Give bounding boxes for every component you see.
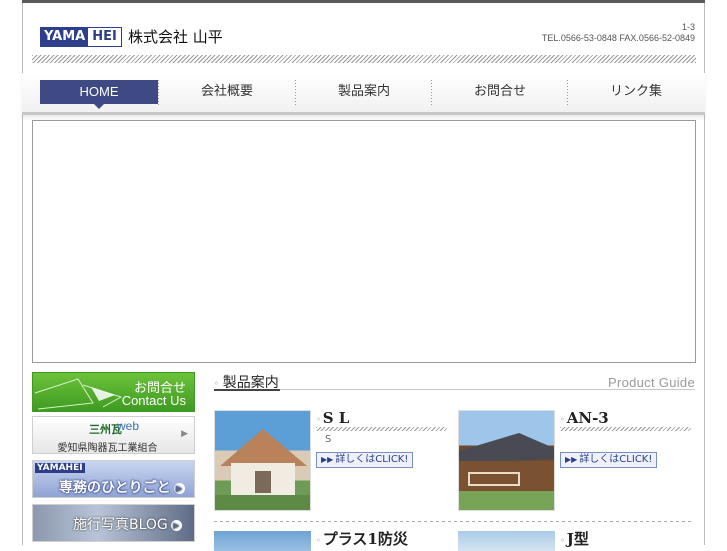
section-underline-accent	[214, 389, 280, 391]
section-underline	[214, 389, 695, 390]
bullet-icon: ◦	[214, 378, 219, 388]
contact-banner[interactable]: お問合せ Contact Us	[32, 372, 195, 412]
product-image-an3[interactable]	[458, 410, 555, 511]
company-address: 1-3 TEL.0566-53-0848 FAX.0566-52-0849	[542, 22, 695, 44]
sanshu-caption: 愛知県陶器瓦工業組合	[57, 443, 158, 454]
main-nav: HOME 会社概要 製品案内 お問合せ リンク集	[22, 73, 705, 115]
envelope-icon	[34, 378, 123, 410]
arrow-circle-icon: ▶	[173, 482, 185, 494]
nav-home-label: HOME	[79, 84, 119, 99]
photo-blog-banner[interactable]: 施行写真BLOG ▶	[32, 504, 195, 542]
product-image-plus1[interactable]	[214, 531, 311, 551]
nav-links[interactable]: リンク集	[568, 81, 704, 103]
bullet-icon: ◦	[316, 535, 321, 545]
fast-forward-icon: ▶▶	[565, 455, 578, 464]
product-details-button-sl[interactable]: ▶▶ 詳しくはCLICK!	[316, 452, 414, 468]
address-line-1: 1-3	[681, 22, 695, 32]
product-row-divider	[214, 521, 691, 522]
logo-part-b: HEI	[88, 28, 121, 46]
house-photo-icon	[215, 429, 310, 510]
active-indicator-icon	[94, 104, 104, 109]
product-image-sl[interactable]	[214, 410, 311, 511]
bullet-icon: ◦	[560, 535, 565, 545]
product-name-an3[interactable]: ◦ AN-3	[560, 409, 609, 427]
product-name-jtype[interactable]: ◦ J型	[560, 528, 589, 549]
bullet-icon: ◦	[316, 414, 321, 424]
photo-blog-label: 施行写真BLOG ▶	[73, 514, 182, 534]
yamahei-logo[interactable]: YAMA HEI	[40, 27, 122, 47]
nav-company[interactable]: 会社概要	[159, 81, 295, 103]
product-hatch-line	[560, 427, 691, 431]
blog-hitorigoto-banner[interactable]: YAMAHEI 専務のひとりごと ▶	[32, 460, 195, 498]
fast-forward-icon: ▶▶	[321, 455, 334, 464]
nav-home[interactable]: HOME	[40, 80, 158, 109]
blog-hitorigoto-label: 専務のひとりごと ▶	[59, 477, 185, 497]
sanshu-web-banner[interactable]: 三州瓦 web 愛知県陶器瓦工業組合 ▶	[32, 416, 195, 454]
product-desc-sl: S	[325, 434, 332, 445]
company-name: 株式会社 山平	[128, 28, 223, 46]
header-hatch-divider	[32, 55, 696, 63]
logo-part-a: YAMA	[41, 28, 89, 46]
products-section-title-en: Product Guide	[607, 375, 695, 390]
yamahei-mini-logo: YAMAHEI	[35, 463, 85, 473]
top-rule	[22, 0, 705, 3]
arrow-circle-icon: ▶	[170, 519, 182, 531]
hero-area	[32, 120, 696, 363]
chevron-right-icon: ▶	[181, 429, 188, 439]
product-name-sl[interactable]: ◦ S L	[316, 409, 349, 427]
address-contact: TEL.0566-53-0848 FAX.0566-52-0849	[541, 33, 695, 43]
contact-label-en: Contact Us	[121, 393, 186, 408]
product-details-button-an3[interactable]: ▶▶ 詳しくはCLICK!	[560, 452, 658, 468]
nav-contact[interactable]: お問合せ	[432, 81, 568, 103]
product-name-plus1[interactable]: ◦ プラス1防災	[316, 528, 408, 549]
sanshu-web-label: web	[117, 419, 140, 433]
nav-products[interactable]: 製品案内	[296, 81, 432, 103]
product-hatch-line	[316, 427, 447, 431]
bullet-icon: ◦	[560, 414, 565, 424]
house-photo-icon	[459, 433, 554, 510]
product-image-jtype[interactable]	[458, 531, 555, 551]
